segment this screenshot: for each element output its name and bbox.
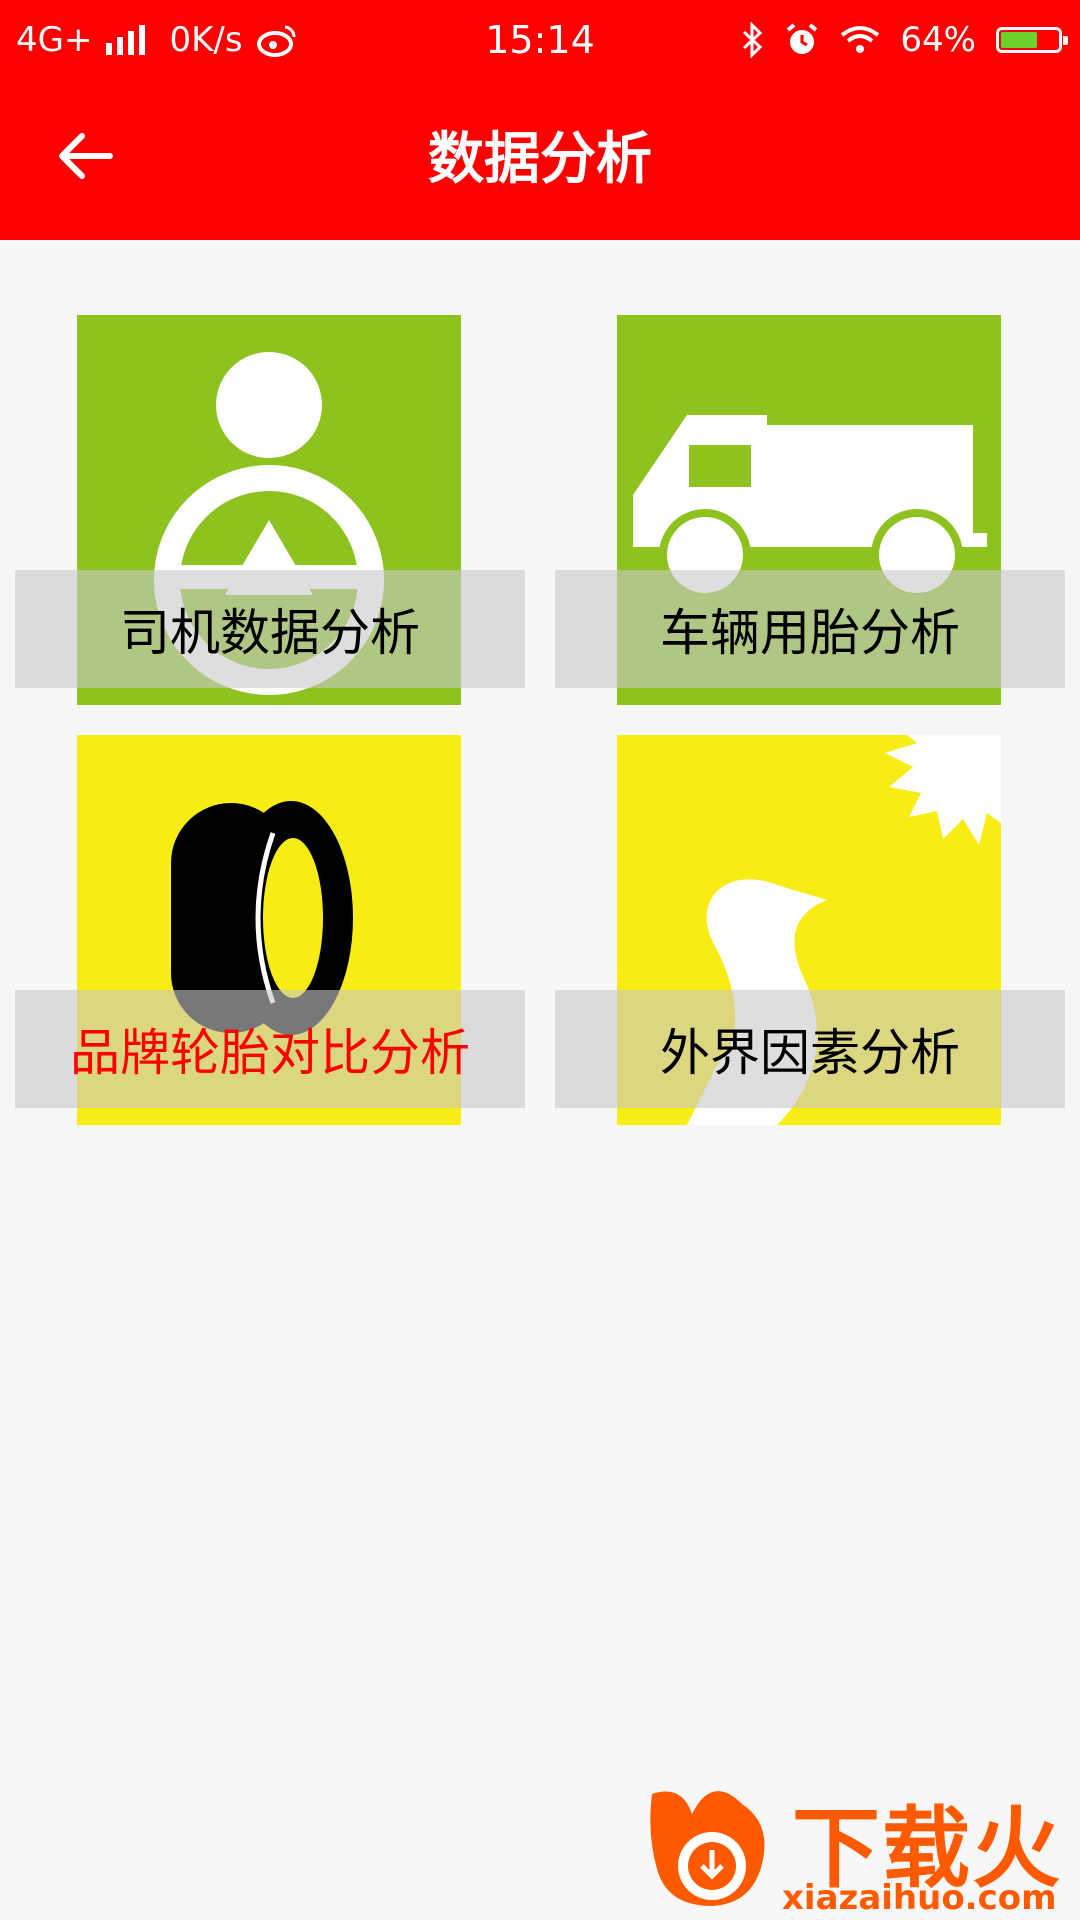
battery-level (1001, 32, 1037, 48)
battery-percent: 64% (900, 20, 976, 60)
watermark-logo: 下载火 xiazaihuo.com (642, 1774, 1072, 1918)
status-bar: 4G+ 0K/s 15:14 64% (0, 0, 1080, 80)
title-bar: 数据分析 (0, 80, 1080, 240)
battery-icon (996, 27, 1068, 53)
bluetooth-icon (743, 22, 763, 58)
alarm-icon (787, 23, 818, 54)
tile-label-external[interactable]: 外界因素分析 (555, 990, 1065, 1108)
page-title: 数据分析 (428, 127, 652, 192)
watermark-url: xiazaihuo.com (782, 1878, 1057, 1918)
flame-logo-icon (650, 1791, 765, 1906)
app-header: 4G+ 0K/s 15:14 64% 数据分析 (0, 0, 1080, 240)
tile-label-vehicle[interactable]: 车辆用胎分析 (555, 570, 1065, 688)
wifi-icon (841, 26, 880, 53)
tile-label-brand-comparison[interactable]: 品牌轮胎对比分析 (15, 990, 525, 1108)
tile-label-driver[interactable]: 司机数据分析 (15, 570, 525, 688)
